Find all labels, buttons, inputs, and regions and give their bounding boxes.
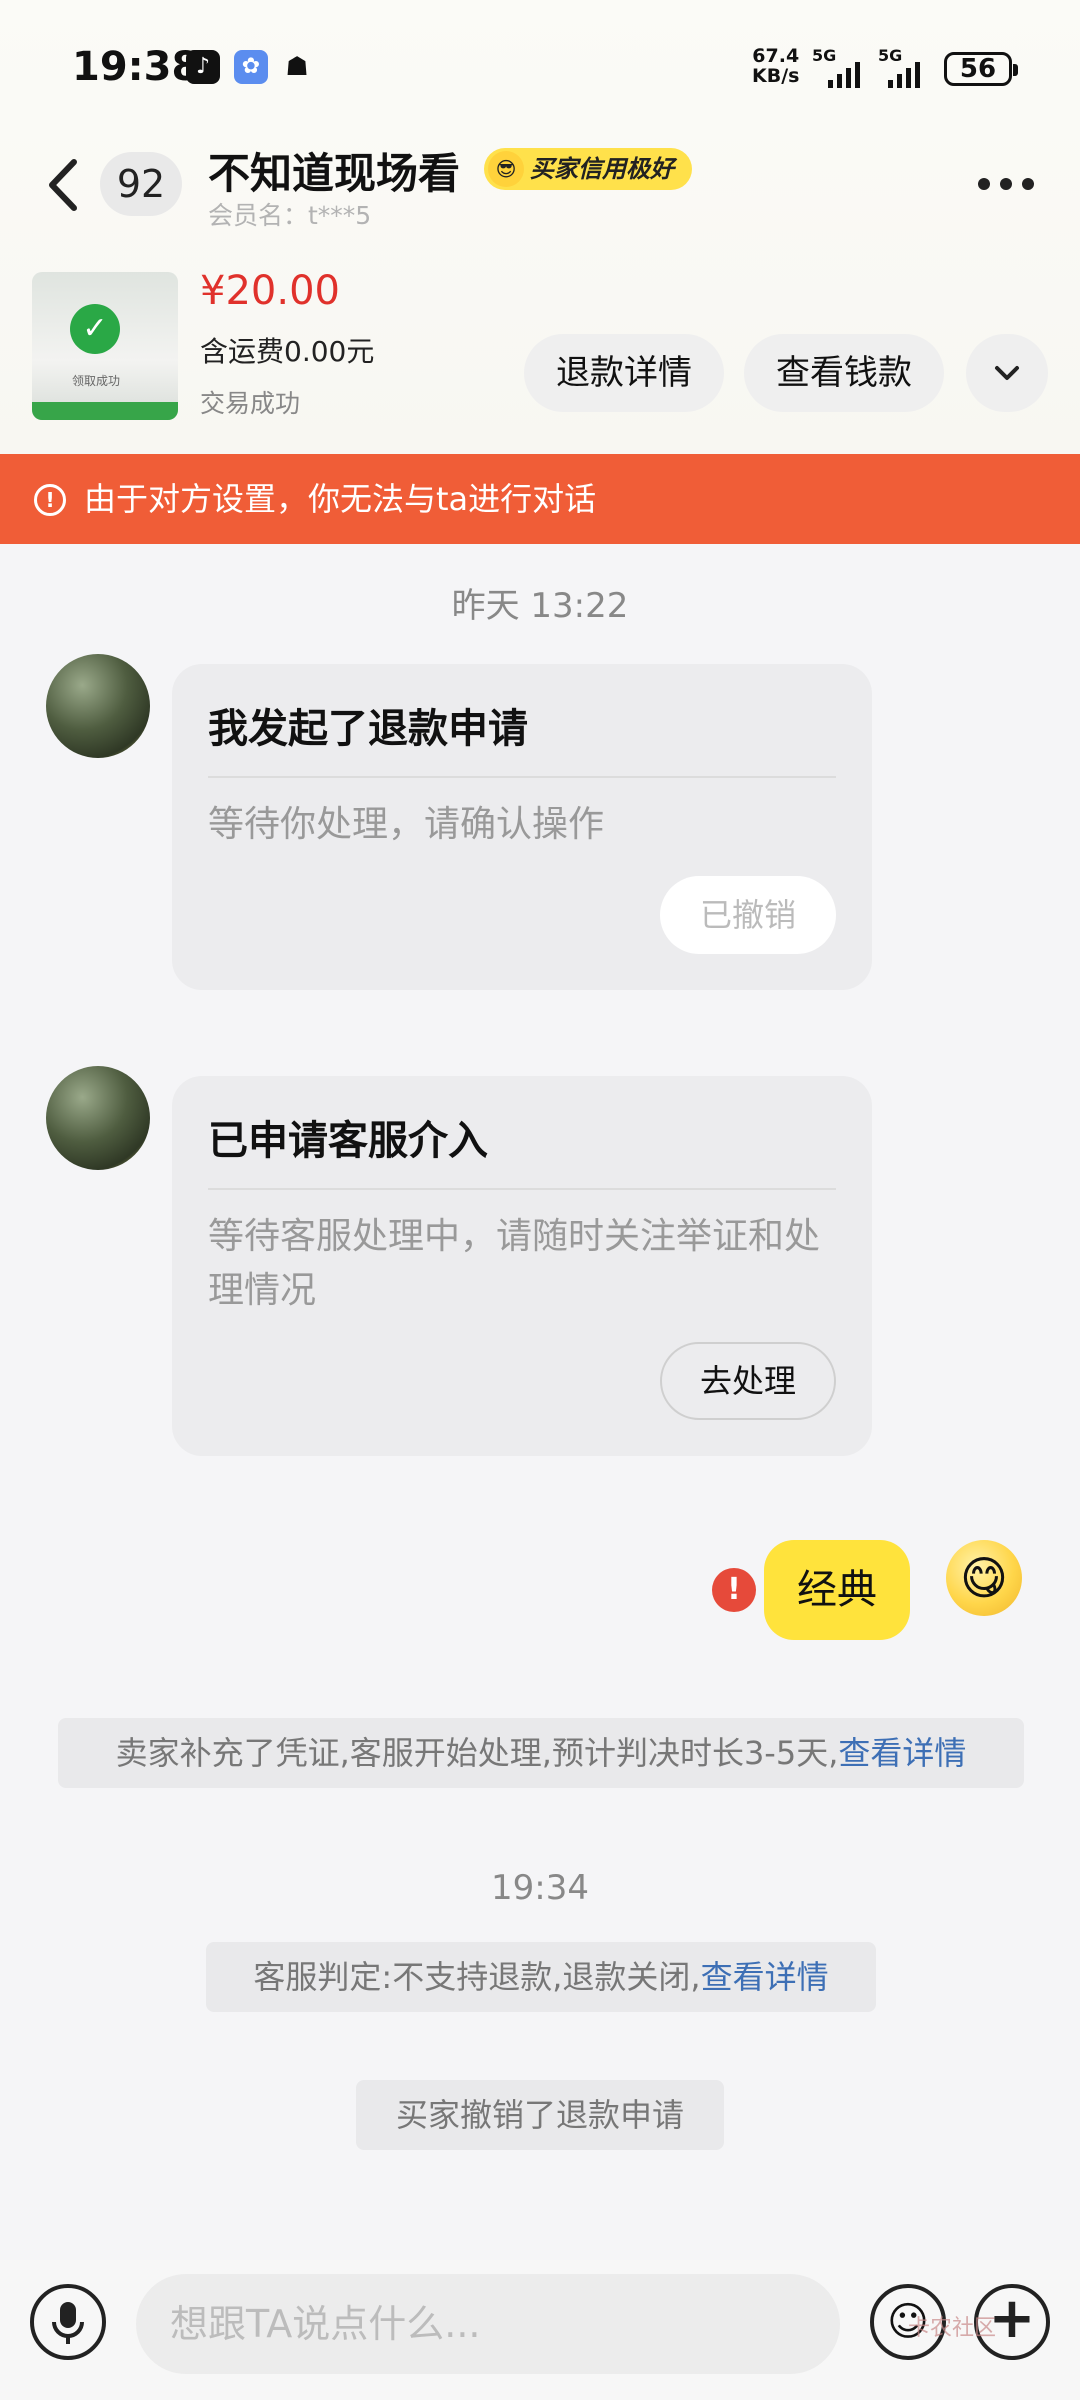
card-title: 已申请客服介入	[208, 1118, 488, 1164]
refund-detail-button[interactable]: 退款详情	[524, 334, 724, 412]
my-avatar[interactable]: 😋	[946, 1540, 1022, 1616]
system-message: 卖家补充了凭证,客服开始处理,预计判决时长3-5天,查看详情	[58, 1718, 1024, 1788]
unread-count-badge[interactable]: 92	[100, 152, 182, 216]
message-input[interactable]: 想跟TA说点什么...	[136, 2274, 840, 2374]
sim1-signal-icon	[828, 58, 860, 88]
order-status: 交易成功	[200, 389, 301, 418]
chevron-left-icon	[49, 159, 77, 211]
smile-face-icon: 😎	[488, 151, 524, 187]
microphone-icon	[52, 2302, 84, 2344]
revoked-button[interactable]: 已撤销	[660, 876, 836, 954]
product-thumbnail[interactable]: ✓ 领取成功	[32, 272, 178, 420]
more-dots-icon	[978, 178, 990, 190]
tiktok-icon: ♪	[186, 50, 220, 84]
handle-button[interactable]: 去处理	[660, 1342, 836, 1420]
avatar[interactable]	[46, 654, 150, 758]
order-price: ¥20.00	[200, 268, 340, 314]
member-name: 会员名：t***5	[208, 201, 372, 230]
card-title: 我发起了退款申请	[208, 706, 528, 752]
thumbnail-text: 领取成功	[72, 374, 121, 388]
card-subtitle: 等待客服处理中，请随时关注举证和处理情况	[208, 1216, 821, 1311]
view-details-link[interactable]: 查看详情	[701, 1958, 829, 1996]
watermark: 卡农社区	[908, 2316, 997, 2341]
chevron-down-icon	[995, 366, 1019, 380]
voice-button[interactable]	[30, 2284, 106, 2360]
person-icon: ☗	[285, 52, 309, 82]
timestamp: 昨天 13:22	[451, 586, 629, 626]
app-notification-icon: ✿	[234, 50, 268, 84]
chat-disabled-banner: ! 由于对方设置，你无法与ta进行对话	[0, 454, 1080, 544]
warning-icon: !	[34, 484, 66, 516]
system-message: 买家撤销了退款申请	[356, 2080, 724, 2150]
battery-icon: 56	[944, 52, 1018, 86]
view-payment-button[interactable]: 查看钱款	[744, 334, 944, 412]
chat-title: 不知道现场看	[208, 149, 461, 198]
system-message: 客服判定:不支持退款,退款关闭,查看详情	[206, 1942, 876, 2012]
credit-badge: 😎 买家信用极好	[484, 148, 692, 190]
refund-request-card: 我发起了退款申请 等待你处理，请确认操作 已撤销	[172, 664, 872, 990]
timestamp: 19:34	[491, 1868, 589, 1908]
order-shipping: 含运费0.00元	[200, 335, 375, 368]
back-button[interactable]	[40, 150, 90, 220]
credit-badge-label: 买家信用极好	[530, 155, 674, 183]
service-intervention-card: 已申请客服介入 等待客服处理中，请随时关注举证和处理情况 去处理	[172, 1076, 872, 1456]
card-subtitle: 等待你处理，请确认操作	[208, 804, 605, 845]
network-speed: 67.4 KB/s	[752, 45, 800, 87]
avatar[interactable]	[46, 1066, 150, 1170]
status-time: 19:38	[72, 44, 200, 90]
expand-button[interactable]	[966, 334, 1048, 412]
status-bar: 19:38 ♪ ✿ ☗ 67.4 KB/s 5G 5G 56	[0, 0, 1080, 130]
view-details-link[interactable]: 查看详情	[838, 1734, 966, 1772]
send-failed-icon[interactable]: !	[712, 1568, 756, 1612]
more-options-button[interactable]	[978, 164, 1048, 204]
my-message-bubble[interactable]: 经典	[764, 1540, 910, 1640]
sim2-signal-icon	[888, 58, 920, 88]
banner-text: 由于对方设置，你无法与ta进行对话	[84, 480, 597, 518]
checkmark-icon: ✓	[70, 304, 120, 354]
